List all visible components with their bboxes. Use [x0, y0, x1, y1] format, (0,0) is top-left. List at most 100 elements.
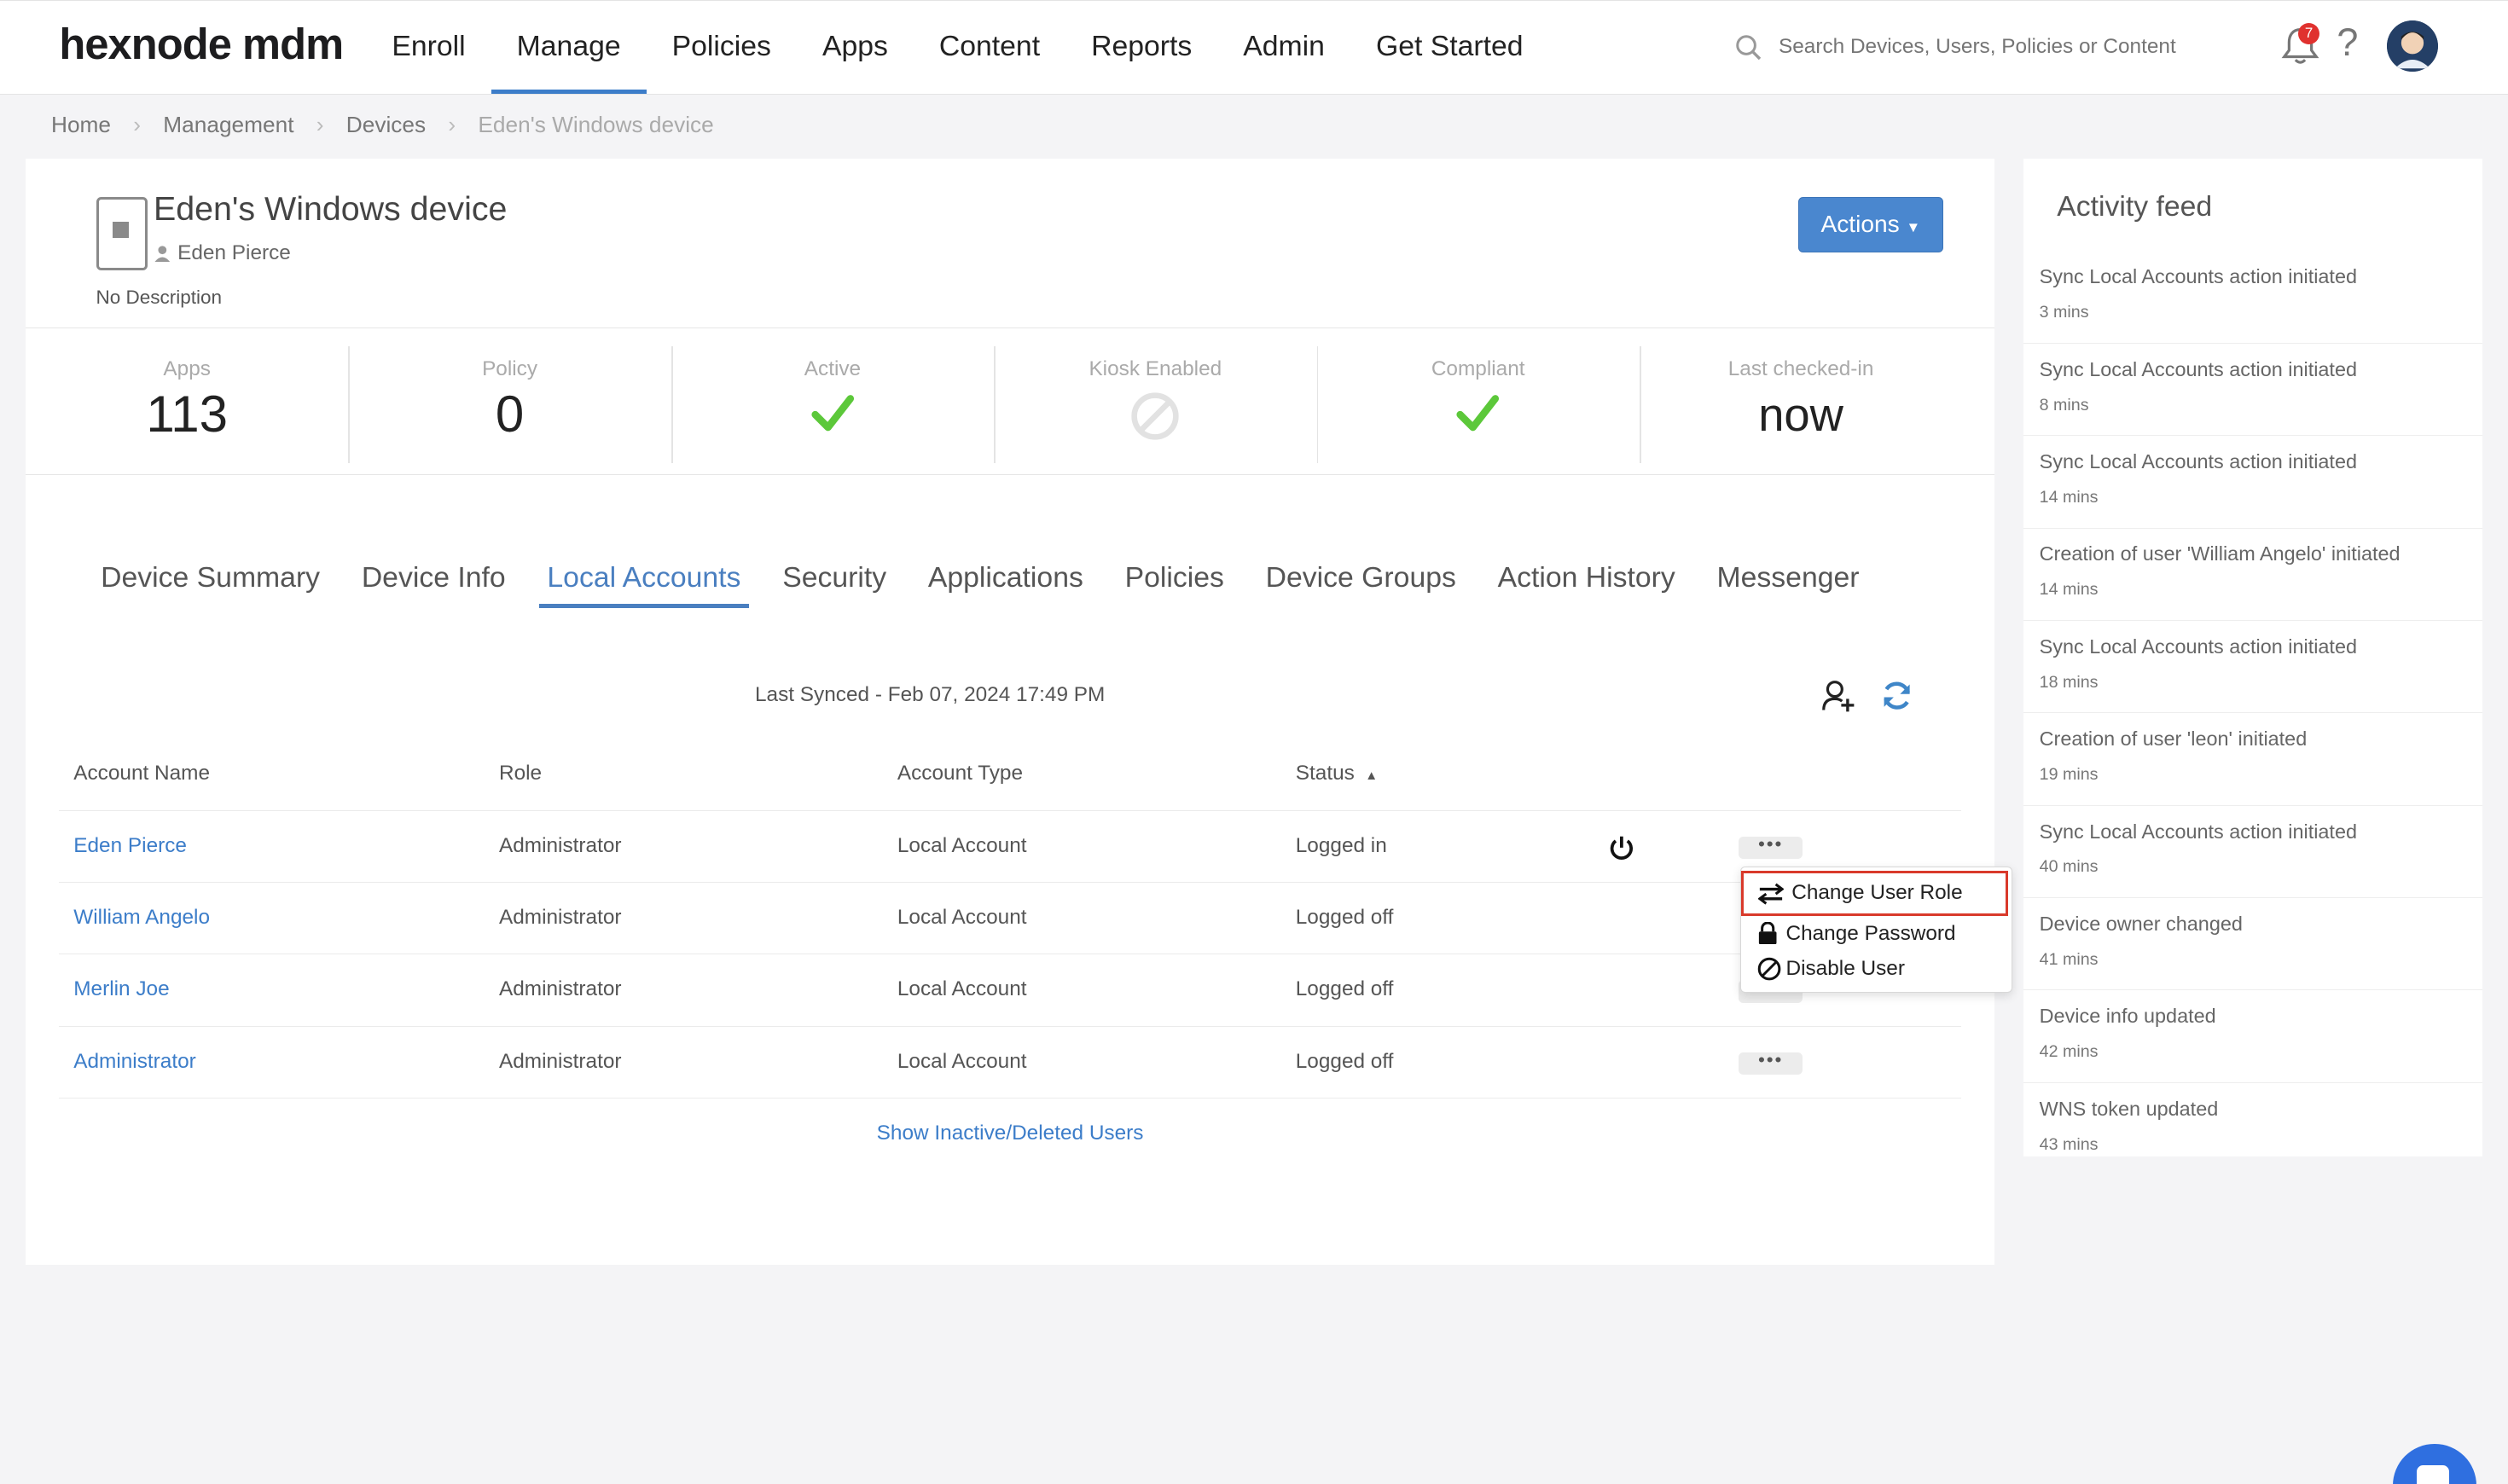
tab-messenger[interactable]: Messenger: [1709, 561, 1867, 608]
stat-last-checkin-label: Last checked-in: [1727, 357, 1874, 381]
column-account-name[interactable]: Account Name: [73, 739, 210, 809]
tab-device-info[interactable]: Device Info: [353, 561, 514, 608]
search-input[interactable]: [1779, 35, 2195, 60]
sort-asc-icon: ▲: [1365, 768, 1379, 784]
stat-policy-value: 0: [495, 385, 525, 443]
row-more-button[interactable]: •••: [1739, 1050, 1803, 1075]
feed-item-time: 40 mins: [2039, 857, 2099, 877]
notifications-button[interactable]: 7: [2281, 23, 2323, 70]
account-name-link[interactable]: Merlin Joe: [73, 977, 169, 1000]
account-name-link[interactable]: William Angelo: [73, 906, 210, 929]
column-status[interactable]: Status ▲: [1296, 739, 1378, 812]
account-type: Local Account: [897, 977, 1027, 1001]
feed-item: Sync Local Accounts action initiated 3 mi…: [2023, 251, 2482, 344]
device-card: Eden's Windows device Eden Pierce No Des…: [26, 158, 1995, 1266]
stat-last-checkin: Last checked-in now: [1639, 328, 1962, 476]
local-accounts-table: Account Name Role Account Type Status ▲ …: [59, 739, 1961, 1168]
user-icon: [154, 246, 171, 263]
column-role[interactable]: Role: [499, 739, 542, 809]
feed-item-time: 14 mins: [2039, 487, 2099, 507]
tab-device-groups[interactable]: Device Groups: [1257, 561, 1464, 608]
main-menu: Enroll Manage Policies Apps Content Repo…: [366, 1, 1548, 94]
device-stats: Apps 113 Policy 0 Active Kiosk Enabled C…: [26, 328, 1995, 476]
feed-item-time: 41 mins: [2039, 949, 2099, 969]
account-type: Local Account: [897, 833, 1027, 857]
top-navbar: hexnode mdm Enroll Manage Policies Apps …: [0, 0, 2508, 95]
menu-disable-user-label: Disable User: [1785, 956, 1905, 980]
sync-icon[interactable]: [1879, 678, 1914, 713]
breadcrumb-devices[interactable]: Devices: [346, 112, 426, 138]
tab-applications[interactable]: Applications: [920, 561, 1091, 608]
actions-button[interactable]: Actions ▼: [1797, 196, 1944, 253]
check-icon: [1456, 395, 1500, 432]
feed-item: Sync Local Accounts action initiated 40 m…: [2023, 806, 2482, 898]
add-user-icon[interactable]: [1820, 678, 1855, 713]
nav-policies[interactable]: Policies: [647, 1, 797, 94]
caret-down-icon: ▼: [1906, 218, 1921, 235]
account-type: Local Account: [897, 1049, 1027, 1073]
account-status: Logged off: [1295, 977, 1394, 1001]
feed-item-text: Sync Local Accounts action initiated: [2039, 450, 2357, 472]
tab-security[interactable]: Security: [775, 561, 895, 608]
tab-local-accounts[interactable]: Local Accounts: [539, 561, 749, 609]
nav-get-started[interactable]: Get Started: [1350, 1, 1549, 94]
check-icon: [811, 395, 854, 432]
feed-item: Sync Local Accounts action initiated 14 m…: [2023, 436, 2482, 529]
notification-badge: 7: [2298, 23, 2319, 44]
menu-change-user-role[interactable]: Change User Role: [1741, 871, 2008, 916]
nav-manage[interactable]: Manage: [491, 1, 647, 94]
breadcrumb-management[interactable]: Management: [163, 112, 293, 138]
device-tabs: Device Summary Device Info Local Account…: [93, 561, 1893, 609]
stat-kiosk: Kiosk Enabled: [994, 328, 1316, 476]
stat-apps[interactable]: Apps 113: [26, 328, 348, 476]
global-search: [1734, 28, 2215, 67]
breadcrumb-current: Eden's Windows device: [478, 112, 714, 138]
stat-policy[interactable]: Policy 0: [348, 328, 671, 476]
chat-widget-button[interactable]: [2393, 1444, 2476, 1484]
nav-enroll[interactable]: Enroll: [366, 1, 491, 94]
hexnode-logo[interactable]: hexnode mdm: [59, 19, 344, 69]
device-owner: Eden Pierce: [154, 241, 291, 265]
show-inactive-users-link[interactable]: Show Inactive/Deleted Users: [877, 1122, 1144, 1145]
swap-arrows-icon: [1757, 883, 1784, 905]
feed-item-time: 8 mins: [2039, 395, 2089, 414]
help-icon[interactable]: ?: [2337, 20, 2358, 65]
account-type: Local Account: [897, 906, 1027, 929]
column-account-type[interactable]: Account Type: [897, 739, 1023, 809]
nav-reports[interactable]: Reports: [1065, 1, 1217, 94]
power-icon[interactable]: [1607, 833, 1636, 862]
device-owner-name[interactable]: Eden Pierce: [177, 241, 291, 265]
menu-change-user-role-label: Change User Role: [1791, 881, 1963, 904]
feed-item-time: 3 mins: [2039, 303, 2089, 322]
feed-item-text: Sync Local Accounts action initiated: [2039, 820, 2357, 843]
actions-label: Actions: [1820, 210, 1900, 237]
stat-active: Active: [671, 328, 994, 476]
tab-policies[interactable]: Policies: [1117, 561, 1232, 608]
account-status: Logged off: [1295, 1049, 1394, 1073]
account-name-link[interactable]: Eden Pierce: [73, 834, 187, 857]
account-name-link[interactable]: Administrator: [73, 1050, 196, 1073]
activity-feed: Activity feed Sync Local Accounts action…: [2023, 158, 2482, 1156]
feed-item-text: Device info updated: [2039, 1005, 2216, 1028]
tab-action-history[interactable]: Action History: [1489, 561, 1683, 608]
feed-item-time: 43 mins: [2039, 1134, 2099, 1154]
device-description: No Description: [96, 286, 223, 308]
feed-item-time: 18 mins: [2039, 672, 2099, 692]
nav-content[interactable]: Content: [914, 1, 1065, 94]
nav-admin[interactable]: Admin: [1217, 1, 1350, 94]
stat-kiosk-label: Kiosk Enabled: [1089, 357, 1222, 381]
breadcrumb-home[interactable]: Home: [51, 112, 111, 138]
account-role: Administrator: [499, 906, 622, 929]
feed-item-time: 19 mins: [2039, 765, 2099, 784]
table-row: Merlin Joe Administrator Local Account L…: [59, 954, 1961, 1027]
menu-disable-user[interactable]: Disable User: [1741, 951, 2012, 986]
row-more-button[interactable]: •••: [1739, 834, 1803, 859]
account-status: Logged in: [1295, 833, 1387, 857]
tab-device-summary[interactable]: Device Summary: [93, 561, 328, 608]
user-avatar[interactable]: [2386, 20, 2438, 72]
feed-item: Creation of user 'leon' initiated 19 mins: [2023, 713, 2482, 806]
disabled-icon: [1131, 392, 1179, 441]
menu-change-password[interactable]: Change Password: [1741, 916, 2012, 951]
stat-apps-label: Apps: [163, 357, 211, 381]
nav-apps[interactable]: Apps: [797, 1, 914, 94]
